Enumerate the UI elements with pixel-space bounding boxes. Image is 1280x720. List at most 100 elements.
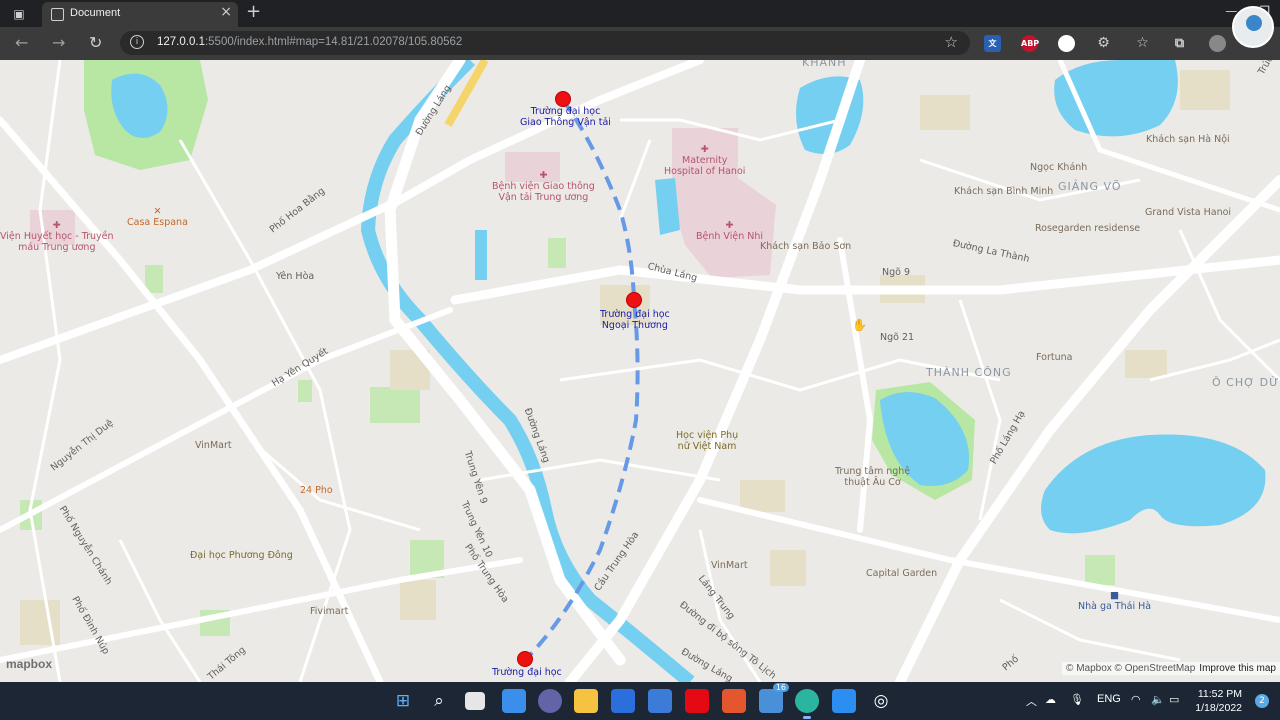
hospital-icon: ✚: [539, 170, 548, 181]
map-label: KHÁNH: [802, 60, 847, 69]
address-bar[interactable]: i 127.0.0.1:5500/index.html#map=14.81/21…: [120, 31, 970, 55]
calendar-icon[interactable]: 16: [759, 683, 789, 713]
map-label-line: máu Trung ương: [18, 242, 96, 253]
profile-small-icon[interactable]: [1209, 35, 1226, 52]
tab-document[interactable]: Document ×: [42, 2, 238, 27]
clock-date: 1/18/2022: [1195, 702, 1242, 714]
map-label: Rosegarden residense: [1035, 223, 1141, 234]
block-area: [920, 95, 970, 130]
block-area: [20, 600, 60, 645]
attribution-text[interactable]: © Mapbox © OpenStreetMap: [1066, 663, 1195, 674]
office-icon[interactable]: [722, 689, 746, 713]
hospital-icon: ✚: [52, 220, 61, 231]
block-area: [770, 550, 806, 586]
windows-start-icon[interactable]: ⊞: [391, 689, 415, 713]
park-area: [370, 387, 420, 423]
map-label: ✚ Viện Huyết học - Truyền máu Trung ương: [0, 220, 114, 253]
back-arrow-icon[interactable]: ←: [15, 33, 28, 52]
task-view-icon[interactable]: [465, 692, 485, 710]
close-tab-icon[interactable]: ×: [220, 4, 232, 20]
map-label: Đại học Phương Đông: [190, 550, 293, 561]
map-label-line: Trung tâm nghệ: [835, 466, 911, 477]
map-label: VinMart: [711, 560, 748, 571]
translate-extension-icon[interactable]: 文: [984, 35, 1001, 52]
map-label: Trường đại học Giao Thông Vận tải: [520, 106, 611, 128]
map-label: Ngọc Khánh: [1030, 162, 1088, 173]
window-menu-icon[interactable]: ▣: [8, 5, 30, 23]
edge-browser-icon[interactable]: [795, 689, 819, 713]
block-area: [400, 580, 436, 620]
chat-icon[interactable]: [538, 689, 562, 713]
route-marker-start[interactable]: [555, 91, 571, 107]
map-label: 24 Pho: [300, 485, 333, 496]
site-info-icon[interactable]: i: [130, 35, 144, 49]
vscode-icon[interactable]: [832, 689, 856, 713]
map-base-svg: [0, 60, 1280, 682]
widgets-icon[interactable]: [502, 689, 526, 713]
new-tab-button[interactable]: +: [246, 1, 261, 22]
map-label: Học viện Phụ nữ Việt Nam: [676, 430, 738, 452]
adblock-extension-icon[interactable]: ABP: [1021, 35, 1039, 52]
mail-icon[interactable]: [648, 689, 672, 713]
profile-avatar[interactable]: [1232, 6, 1274, 48]
search-icon[interactable]: ⌕: [427, 689, 451, 713]
collections-icon[interactable]: ⧉: [1171, 35, 1188, 52]
map-label: Khách sạn Hà Nội: [1146, 134, 1230, 145]
map-label: Trường đại học Ngoại Thương: [600, 309, 670, 331]
map-label: Khách sạn Bảo Sơn: [760, 241, 852, 252]
language-indicator[interactable]: ENG: [1097, 693, 1121, 705]
url-host: 127.0.0.1: [157, 36, 205, 48]
battery-icon[interactable]: ▭: [1169, 693, 1179, 706]
map-label: Ngõ 21: [880, 332, 915, 343]
route-marker-end[interactable]: [517, 651, 533, 667]
map-label-line: Casa Espana: [127, 217, 188, 228]
map-label: Fortuna: [1036, 352, 1073, 363]
favorites-icon[interactable]: ☆: [1134, 35, 1151, 52]
mapbox-logo[interactable]: mapbox: [6, 657, 52, 671]
active-app-indicator: [803, 716, 811, 719]
notification-badge[interactable]: 2: [1255, 694, 1269, 708]
map-label: Fivimart: [310, 606, 349, 617]
reload-icon[interactable]: ↻: [89, 33, 102, 52]
microphone-icon[interactable]: 🎙: [1070, 693, 1084, 706]
map-canvas[interactable]: KHÁNH Đường Láng Trường đại học Giao Thô…: [0, 60, 1280, 682]
hand-cursor-icon: ✋: [852, 318, 867, 332]
tab-title: Document: [70, 7, 121, 19]
file-explorer-icon[interactable]: [574, 689, 598, 713]
onedrive-cloud-icon[interactable]: ☁: [1045, 693, 1056, 706]
map-label-line: Viện Huyết học - Truyền: [0, 231, 114, 242]
system-clock[interactable]: 11:52 PM 1/18/2022: [1195, 687, 1242, 715]
improve-map-link[interactable]: Improve this map: [1199, 663, 1276, 674]
lake-water: [1054, 60, 1178, 137]
map-label: ✚ Bệnh Viện Nhi: [696, 220, 763, 242]
volume-icon[interactable]: 🔈: [1151, 693, 1165, 706]
block-area: [740, 480, 785, 512]
windows-taskbar: ⊞ ⌕ 16 ◎ ︿ ☁ 🎙 ENG ◠ 🔈 ▭ 11:52 PM 1/18/2…: [0, 682, 1280, 720]
map-label-line: Bệnh Viện Nhi: [696, 231, 764, 242]
url-path: :5500/index.html#map=14.81/21.02078/105.…: [204, 36, 463, 48]
circle-extension-icon[interactable]: [1058, 35, 1075, 52]
show-hidden-icons-icon[interactable]: ︿: [1026, 693, 1037, 709]
netflix-icon[interactable]: [685, 689, 709, 713]
extensions-puzzle-icon[interactable]: ⚙: [1095, 35, 1112, 52]
calendar-badge: 16: [772, 683, 789, 692]
map-label: Capital Garden: [866, 568, 938, 579]
map-label-line: thuật Âu Cơ: [844, 477, 901, 488]
map-label: Khách sạn Bình Minh: [954, 186, 1054, 197]
map-label-line: Bệnh viện Giao thông: [492, 181, 595, 192]
park-area: [548, 238, 566, 268]
store-icon[interactable]: [611, 689, 635, 713]
map-label-line: Giao Thông Vận tải: [520, 117, 611, 128]
park-area: [298, 380, 312, 402]
browser-nav-bar: ← → ↻ i 127.0.0.1:5500/index.html#map=14…: [0, 27, 1280, 60]
obs-icon[interactable]: ◎: [869, 689, 893, 713]
page-icon: [51, 8, 64, 21]
map-label: Ngõ 9: [882, 267, 911, 278]
route-marker-mid[interactable]: [626, 292, 642, 308]
wifi-icon[interactable]: ◠: [1131, 693, 1141, 706]
favorite-star-icon[interactable]: ☆: [945, 33, 958, 51]
forward-arrow-icon[interactable]: →: [52, 33, 65, 52]
map-label-line: Vận tải Trung ương: [498, 192, 589, 203]
url-text[interactable]: 127.0.0.1:5500/index.html#map=14.81/21.0…: [157, 36, 462, 48]
map-label: THÀNH CÔNG: [926, 366, 1012, 379]
